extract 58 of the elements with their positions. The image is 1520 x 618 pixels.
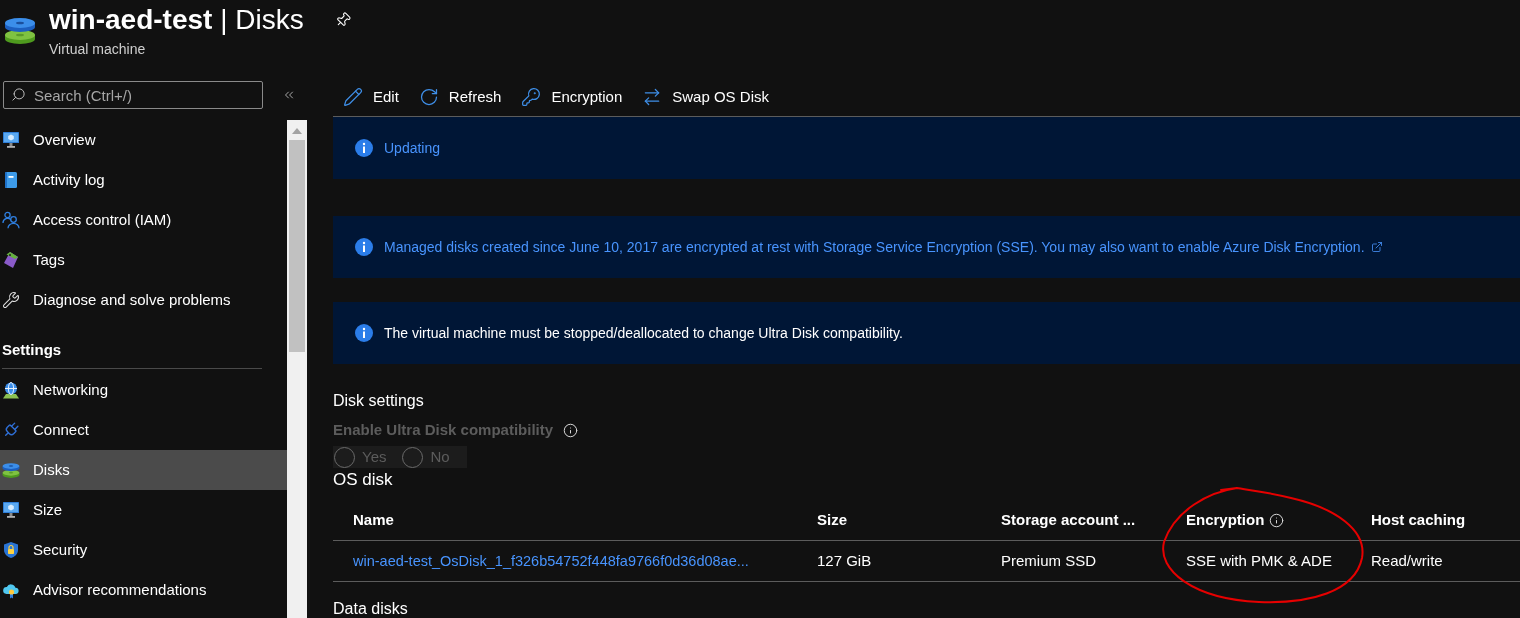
sidebar-item[interactable]: Activity log	[0, 160, 287, 200]
section-heading: Settings	[1, 340, 62, 360]
sidebar-item[interactable]: Diagnose and solve problems	[0, 280, 287, 320]
sidebar-item[interactable]: Networking	[0, 370, 287, 410]
info-icon	[355, 238, 373, 256]
sidebar-item[interactable]: Security	[0, 530, 287, 570]
sidebar-item[interactable]: Overview	[0, 120, 287, 160]
monitor-icon	[2, 501, 20, 519]
pencil-icon	[343, 87, 363, 107]
key-icon	[521, 87, 542, 107]
info-icon	[355, 324, 373, 342]
collapse-icon	[282, 88, 296, 102]
toolbar-button[interactable]: Encryption	[521, 85, 623, 109]
toolbar-button[interactable]: Swap OS Disk	[642, 85, 769, 109]
monitor-icon	[2, 131, 20, 149]
section-heading: Disk settings	[333, 391, 424, 411]
external-link-icon	[1370, 241, 1383, 253]
info-icon	[355, 139, 373, 157]
wrench-icon	[2, 291, 20, 309]
sidebar-item[interactable]: Access control (IAM)	[0, 200, 287, 240]
section-heading: Data disks	[333, 600, 408, 618]
search-icon	[11, 87, 26, 102]
people-icon	[2, 211, 20, 229]
cloud-badge-icon	[2, 581, 20, 599]
toolbar-button[interactable]: Edit	[343, 85, 399, 109]
table-cell: 127 GiB	[817, 552, 872, 569]
info-icon[interactable]	[1269, 512, 1285, 528]
table-cell: Read/write	[1371, 552, 1443, 569]
column-header: Host caching	[1371, 510, 1466, 530]
banner-link[interactable]: Managed disks created since June 10, 2017 are encrypted at rest with Storage Service Encryption (SSE). You may also want to enable Azure Disk Encryption.	[384, 238, 1365, 256]
sidebar-item[interactable]: Connect	[0, 410, 287, 450]
table-cell: Premium SSD	[1001, 552, 1097, 569]
shield-lock-icon	[2, 541, 20, 559]
toolbar-button[interactable]: Refresh	[418, 85, 502, 109]
globe-icon	[2, 381, 20, 399]
search-field[interactable]: Search (Ctrl+/)	[3, 81, 263, 109]
disk-name-link[interactable]: win-aed-test_OsDisk_1_f326b54752f448fa9766f0d36d08ae...	[353, 553, 749, 569]
page-title: win-aed-test | Disks	[49, 3, 304, 37]
field-label: Enable Ultra Disk compatibility	[333, 420, 554, 440]
status-text: Updating	[384, 139, 441, 157]
column-header: Name	[353, 510, 394, 530]
sidebar-item[interactable]: Tags	[0, 240, 287, 280]
scrollbar-thumb[interactable]	[289, 140, 305, 352]
book-icon	[2, 171, 20, 189]
info-icon[interactable]	[563, 422, 579, 438]
section-heading: OS disk	[333, 469, 393, 491]
refresh-icon	[418, 87, 439, 107]
disk-stack-icon	[2, 461, 20, 479]
table-cell: SSE with PMK & ADE	[1186, 552, 1332, 569]
page-subtitle: Virtual machine	[49, 40, 146, 58]
sidebar-item[interactable]: Size	[0, 490, 287, 530]
scroll-up-icon[interactable]	[292, 128, 302, 134]
column-header: Size	[817, 510, 847, 530]
sidebar-item[interactable]: Disks	[0, 450, 287, 490]
sidebar-item[interactable]: Advisor recommendations	[0, 570, 287, 610]
banner-text: The virtual machine must be stopped/deallocated to change Ultra Disk compatibility.	[384, 324, 903, 342]
column-header: Encryption	[1186, 510, 1265, 530]
column-header: Storage account ...	[1001, 510, 1136, 530]
